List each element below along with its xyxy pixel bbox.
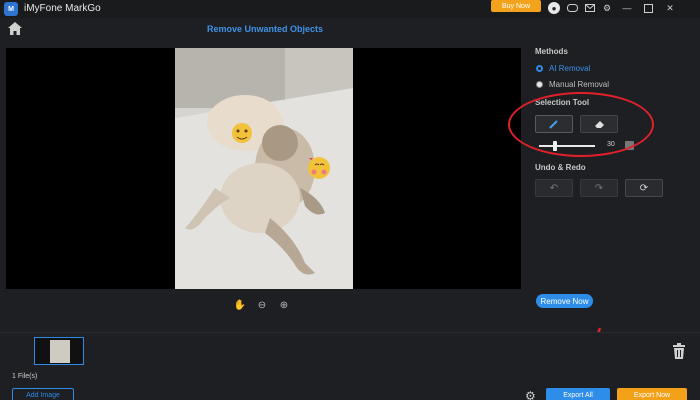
title-bar: M iMyFone MarkGo Buy Now ● ⚙ — ✕ [0,0,700,18]
radio-checked-icon[interactable] [536,65,543,72]
thumbnail-image [50,340,70,363]
annotation-circle [508,92,654,157]
zoom-controls: ✋ ⊖ ⊕ [234,299,290,311]
close-icon[interactable]: ✕ [664,2,676,14]
gamepad-icon[interactable] [566,2,578,14]
method-ai-option[interactable]: AI Removal [536,64,590,73]
settings-icon[interactable]: ⚙ [601,2,613,14]
buy-now-button[interactable]: Buy Now [491,0,541,12]
radio-unchecked-icon[interactable] [536,81,543,88]
method-manual-option[interactable]: Manual Removal [536,80,609,89]
app-window: M iMyFone MarkGo Buy Now ● ⚙ — ✕ Remove … [0,0,700,400]
redo-button[interactable]: ↷ [580,179,618,197]
zoom-in-icon[interactable]: ⊕ [278,299,290,311]
method-ai-label: AI Removal [549,64,591,73]
minimize-icon[interactable]: — [621,2,633,14]
right-panel: Methods AI Removal Manual Removal Select… [528,42,700,332]
gear-icon[interactable]: ⚙ [525,389,536,400]
reset-button[interactable]: ⟳ [625,179,663,197]
refresh-icon: ⟳ [639,182,649,194]
cat-photo[interactable] [175,48,353,289]
file-thumbnail[interactable] [34,337,84,365]
page-title: Remove Unwanted Objects [206,24,324,34]
remove-now-button[interactable]: Remove Now [536,294,593,308]
export-all-button[interactable]: Export All [546,388,610,400]
undo-button[interactable]: ↶ [535,179,573,197]
trash-icon[interactable] [672,343,686,359]
file-count: 1 File(s) [12,373,38,380]
export-now-button[interactable]: Export Now [617,388,687,400]
avatar-icon[interactable]: ● [548,2,560,14]
undo-redo-heading: Undo & Redo [535,163,586,172]
add-image-button[interactable]: Add Image [12,388,74,400]
undo-icon: ↶ [549,182,559,194]
maximize-icon[interactable] [642,2,654,14]
methods-heading: Methods [535,47,568,56]
hand-pan-icon[interactable]: ✋ [234,299,246,311]
zoom-out-icon[interactable]: ⊖ [256,299,268,311]
method-manual-label: Manual Removal [549,80,610,89]
redo-icon: ↷ [594,182,604,194]
app-logo-icon: M [4,2,18,16]
mail-icon[interactable] [584,2,596,14]
sub-header: Remove Unwanted Objects [0,18,700,42]
app-title: iMyFone MarkGo [24,3,101,14]
